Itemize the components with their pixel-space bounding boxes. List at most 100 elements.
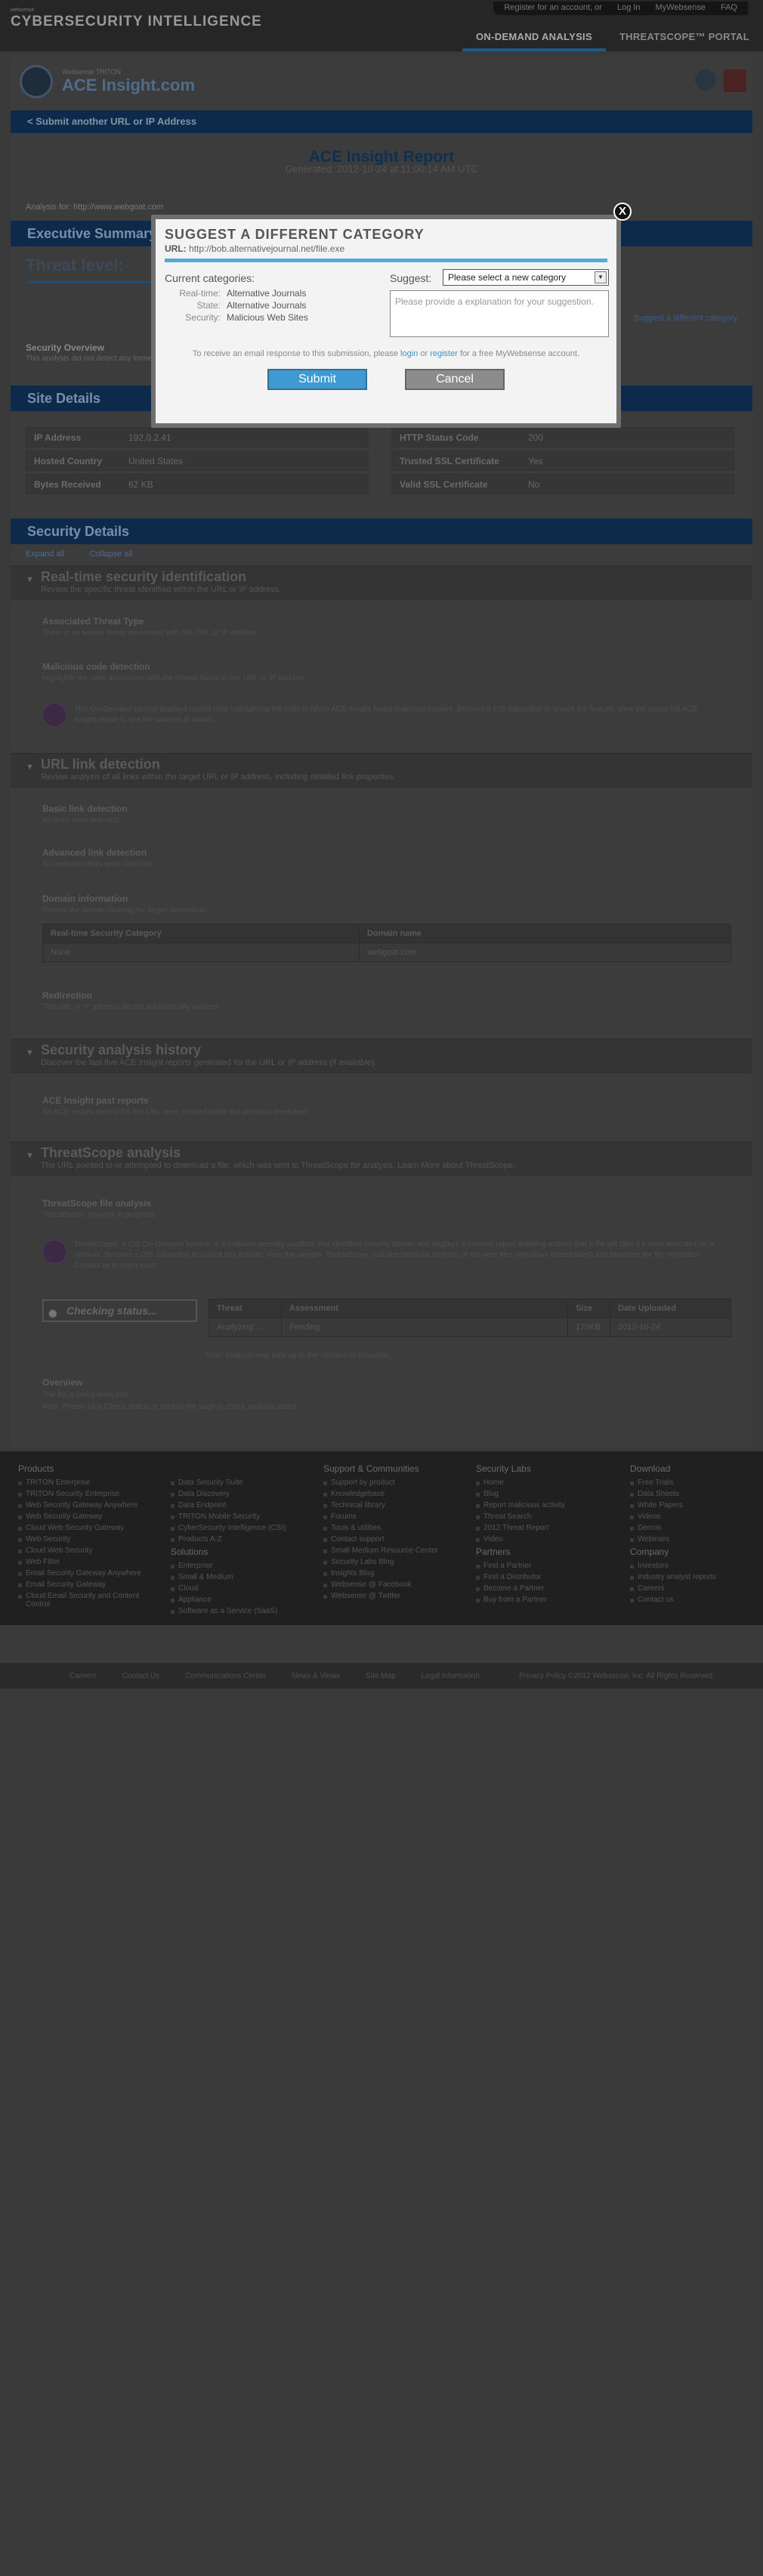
footer-link[interactable]: Data Endpoint (171, 1501, 307, 1509)
footer-link[interactable]: Security Labs Blog (323, 1558, 467, 1566)
faq-link[interactable]: FAQ (721, 3, 737, 14)
footer-link[interactable]: Contact us (630, 1596, 751, 1604)
footer-link[interactable]: Webinars (630, 1535, 751, 1543)
footer-link[interactable]: Threat Search (476, 1512, 612, 1521)
column-header: Threat (209, 1299, 282, 1318)
footer-link[interactable]: Products A-Z (171, 1535, 307, 1543)
footer-labs: Security Labs Home Blog Report malicious… (476, 1463, 612, 1607)
footer-link[interactable]: Enterprise (171, 1562, 307, 1570)
threatscope-table: Threat Assessment Size Date Uploaded Ana… (209, 1299, 731, 1337)
footer-link[interactable]: CyberSecurity Intelligence (CSI) (171, 1524, 307, 1532)
section-history[interactable]: ▼ Security analysis history Discover the… (11, 1039, 752, 1073)
footer-link[interactable]: Knowledgebase (323, 1490, 467, 1498)
footer-link[interactable]: TRITON Mobile Security (171, 1512, 307, 1521)
footer-link[interactable]: Careers (630, 1584, 751, 1593)
bottom-link[interactable]: Legal Information (422, 1672, 480, 1680)
footer-link[interactable]: Home (476, 1478, 612, 1487)
kv-row: IP Address 192.0.2.41 (26, 427, 369, 447)
pdf-icon[interactable] (724, 70, 746, 92)
register-link[interactable]: register (430, 349, 458, 358)
footer-link[interactable]: Data Sheets (630, 1490, 751, 1498)
submit-button[interactable]: Submit (267, 369, 367, 390)
category-row: State: Alternative Journals (165, 299, 308, 311)
footer-link[interactable]: Cloud Web Security (18, 1547, 162, 1555)
globe-icon[interactable] (695, 70, 716, 91)
sub-text: Highlights the code associated with the … (42, 674, 307, 683)
footer-link[interactable]: Free Trials (630, 1478, 751, 1487)
nav-threatscope-portal[interactable]: THREATSCOPE™ PORTAL (606, 26, 763, 51)
footer-link[interactable]: Forums (323, 1512, 467, 1521)
cancel-button[interactable]: Cancel (405, 369, 505, 390)
footer-link[interactable]: Websense @ Facebook (323, 1581, 467, 1589)
footer-link[interactable]: Data Security Suite (171, 1478, 307, 1487)
footer-link[interactable]: TRITON Enterprise (18, 1478, 162, 1487)
section-realtime[interactable]: ▼ Real-time security identification Revi… (11, 565, 752, 600)
section-url-link[interactable]: ▼ URL link detection Review analysis of … (11, 753, 752, 788)
table-header-row: Real-time Security Category Domain name (42, 924, 731, 943)
footer-link[interactable]: Investors (630, 1562, 751, 1570)
suggest-category-link[interactable]: Suggest a different category (634, 314, 737, 323)
footer-link[interactable]: Report malicious activity (476, 1501, 612, 1509)
register-link[interactable]: Register for an account, or (504, 3, 602, 14)
footer-link[interactable]: White Papers (630, 1501, 751, 1509)
section-title: Security analysis history (41, 1042, 202, 1057)
footer-link[interactable]: Small Medium Resource Center (323, 1547, 467, 1555)
checking-status-button[interactable]: ✺ Checking status... (42, 1299, 197, 1322)
footer-link[interactable]: Video (476, 1535, 612, 1543)
footer-link[interactable]: Appliance (171, 1596, 307, 1604)
footer-link[interactable]: Software as a Service (SaaS) (171, 1607, 307, 1615)
submit-another-url-link[interactable]: < Submit another URL or IP Address (11, 110, 752, 133)
nav-on-demand-analysis[interactable]: ON-DEMAND ANALYSIS (462, 26, 606, 51)
footer-link[interactable]: Cloud (171, 1584, 307, 1593)
bottom-link[interactable]: News & Views (292, 1672, 340, 1680)
footer-link[interactable]: Videos (630, 1512, 751, 1521)
footer-link[interactable]: Websense @ Twitter (323, 1592, 467, 1600)
footer-link[interactable]: Find a Partner (476, 1562, 612, 1570)
footer-link[interactable]: Data Discovery (171, 1490, 307, 1498)
footer-link[interactable]: Demos (630, 1524, 751, 1532)
footer-link[interactable]: Become a Partner (476, 1584, 612, 1593)
sub-text: No ACE Insight reports for this URL were… (42, 1108, 310, 1116)
login-link[interactable]: Log In (617, 3, 641, 14)
footer-link[interactable]: Contact support (323, 1535, 467, 1543)
footer-link[interactable]: Email Security Gateway (18, 1581, 162, 1589)
footer-link[interactable]: Buy from a Partner (476, 1596, 612, 1604)
footer-link[interactable]: Email Security Gateway Anywhere (18, 1569, 162, 1577)
bottom-link[interactable]: Contact Us (122, 1672, 159, 1680)
bottom-link[interactable]: Site Map (366, 1672, 395, 1680)
footer-link[interactable]: Find a Distributor (476, 1573, 612, 1581)
collapse-all-link[interactable]: Collapse all (89, 550, 132, 559)
footer-link[interactable]: Tools & utilities (323, 1524, 467, 1532)
footer-link[interactable]: Technical library (323, 1501, 467, 1509)
expand-all-link[interactable]: Expand all (26, 550, 64, 559)
explanation-textarea[interactable]: Please provide a explanation for your su… (390, 290, 609, 337)
footer-link[interactable]: TRITON Security Enterprise (18, 1490, 162, 1498)
table-cell: 170KB (567, 1317, 610, 1337)
footer-link[interactable]: Web Security Gateway (18, 1512, 162, 1521)
footer-link[interactable]: Cloud Email Security and Content Control (18, 1592, 162, 1608)
ace-insight-logo[interactable]: Websense TRITON ACE Insight.com (20, 65, 209, 103)
footer-link[interactable]: Industry analyst reports (630, 1573, 751, 1581)
bottom-link[interactable]: Communications Center (185, 1672, 266, 1680)
top-header: websense CYBERSECURITY INTELLIGENCE Regi… (0, 0, 763, 51)
sub-text: Review the domain hosting the target des… (42, 906, 209, 915)
footer-link[interactable]: Small & Medium (171, 1573, 307, 1581)
footer-link[interactable]: Web Filter (18, 1558, 162, 1566)
footer-link[interactable]: Cloud Web Security Gateway (18, 1524, 162, 1532)
footer-link[interactable]: Insights Blog (323, 1569, 467, 1577)
sub-heading: Malicious code detection (42, 661, 150, 672)
footer-link[interactable]: Support by product (323, 1478, 467, 1487)
kv-label: IP Address (34, 432, 82, 443)
footer-link[interactable]: Web Security (18, 1535, 162, 1543)
login-link[interactable]: login (400, 349, 418, 358)
kv-label: Hosted Country (34, 455, 102, 466)
mywebsense-link[interactable]: MyWebsense (656, 3, 706, 14)
close-icon[interactable]: X (613, 203, 632, 221)
footer-link[interactable]: Blog (476, 1490, 612, 1498)
footer-link[interactable]: Web Security Gateway Anywhere (18, 1501, 162, 1509)
category-select[interactable]: Please select a new category ▼ (443, 269, 609, 286)
section-threatscope[interactable]: ▼ ThreatScope analysis The URL pointed t… (11, 1141, 752, 1176)
footer-link[interactable]: 2012 Threat Report (476, 1524, 612, 1532)
bottom-link[interactable]: Careers (70, 1672, 97, 1680)
sub-text: No malicious links were detected. (42, 860, 155, 868)
